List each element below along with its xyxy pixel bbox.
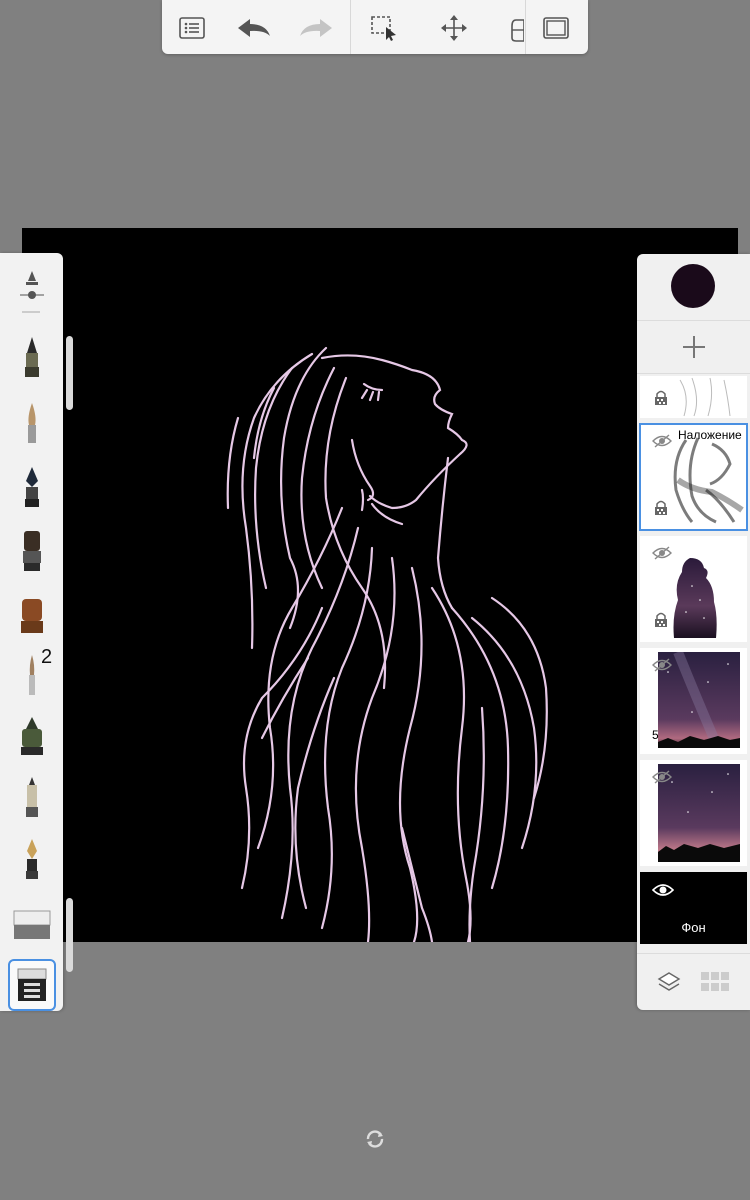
eye-visible-icon[interactable] <box>652 882 674 898</box>
layer-thumbnail <box>679 377 731 417</box>
brush-pointed[interactable] <box>8 397 56 449</box>
layer-thumbnail <box>673 437 744 524</box>
layer-item-background[interactable]: Фон <box>640 872 747 944</box>
transform-icon[interactable] <box>436 10 472 46</box>
brush-flat[interactable] <box>8 525 56 577</box>
plus-icon <box>682 336 705 358</box>
selection-icon[interactable] <box>366 10 402 46</box>
brush-palette: 2 <box>0 253 63 1011</box>
brush-mechanical-pencil[interactable] <box>8 771 56 823</box>
brush-scroll-handle-bottom[interactable] <box>66 898 73 972</box>
panel-divider <box>22 311 40 313</box>
redo-icon[interactable] <box>298 10 334 46</box>
brush-size-icon <box>20 271 44 299</box>
brush-inking[interactable] <box>8 711 56 763</box>
brush-marker[interactable] <box>8 331 56 383</box>
brush-size-slider[interactable] <box>14 265 50 309</box>
add-layer-button[interactable] <box>637 320 750 374</box>
top-toolbar <box>162 0 588 54</box>
layer-item-galaxy-sky[interactable]: 5 <box>640 648 747 754</box>
brush-fountain-pen[interactable] <box>8 833 56 885</box>
brush-count-badge: 2 <box>41 646 53 668</box>
drawing-canvas[interactable] <box>22 228 738 942</box>
layer-opacity-label: 5 <box>652 728 659 742</box>
eraser-soft[interactable] <box>8 899 56 951</box>
layer-item-galaxy-silhouette[interactable] <box>640 536 747 642</box>
line-art <box>226 346 548 942</box>
grid-view-icon[interactable] <box>699 966 731 998</box>
eye-hidden-icon[interactable] <box>652 434 672 448</box>
brush-ballpoint[interactable] <box>8 461 56 513</box>
canvas-rotate-icon[interactable] <box>365 1129 385 1149</box>
layer-item-galaxy-sky-2[interactable] <box>640 760 747 866</box>
toolbar-divider <box>525 0 526 54</box>
eye-hidden-icon[interactable] <box>652 546 672 560</box>
list-icon[interactable] <box>174 10 210 46</box>
layer-panel: Наложение 5 Фон <box>637 254 750 1010</box>
fullscreen-icon[interactable] <box>538 10 574 46</box>
brush-airbrush[interactable] <box>8 589 56 641</box>
eye-hidden-icon[interactable] <box>652 770 672 784</box>
eraser-hard-selected[interactable] <box>8 959 56 1011</box>
layer-item-overlay[interactable]: Наложение <box>639 423 748 531</box>
app-stage: 2 Наложение 5 Фон <box>0 0 750 1200</box>
layer-thumbnail <box>673 558 717 638</box>
undo-icon[interactable] <box>236 10 272 46</box>
layer-blend-mode: Наложение <box>678 428 742 442</box>
eye-hidden-icon[interactable] <box>652 658 672 672</box>
layer-panel-footer <box>637 953 750 1010</box>
brush-scroll-handle-top[interactable] <box>66 336 73 410</box>
layers-icon[interactable] <box>653 966 685 998</box>
lock-icon <box>655 612 667 627</box>
toolbar-divider <box>350 0 351 54</box>
lock-icon <box>655 390 667 405</box>
layer-item-sketch[interactable] <box>640 376 747 418</box>
bucket-icon[interactable] <box>502 10 524 46</box>
current-color-swatch[interactable] <box>671 264 715 308</box>
layer-name-label: Фон <box>681 920 706 935</box>
lock-icon <box>655 500 667 515</box>
